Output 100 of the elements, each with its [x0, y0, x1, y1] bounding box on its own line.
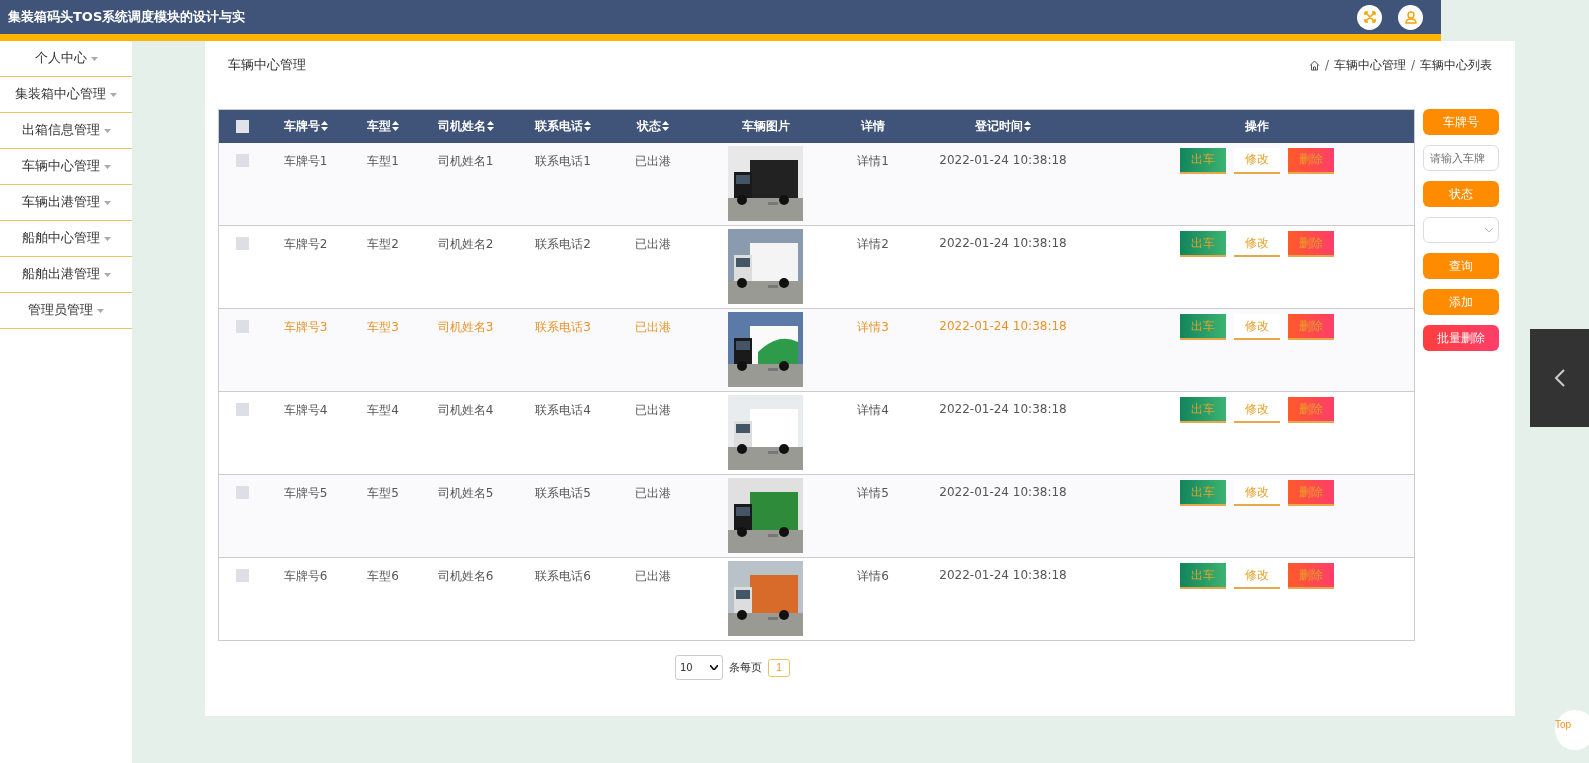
table-row[interactable]: 车牌号2 车型2 司机姓名2 联系电话2 已出港 详情2 2022-01-24 10:38:18 出车 修改 删除: [218, 225, 1415, 309]
delete-button[interactable]: 删除: [1288, 314, 1335, 340]
home-icon[interactable]: [1308, 59, 1320, 71]
caret-icon: [103, 128, 111, 133]
sidebar-item[interactable]: 船舶中心管理: [0, 221, 132, 257]
sidebar-item[interactable]: 车辆中心管理: [0, 149, 132, 185]
table-cell: 联系电话1: [535, 152, 591, 170]
table-row[interactable]: 车牌号1 车型1 司机姓名1 联系电话1 已出港 详情1 2022-01-24 10:38:18 出车 修改 删除: [218, 142, 1415, 226]
edit-button[interactable]: 修改: [1234, 480, 1281, 506]
page-title: 车辆中心管理: [228, 56, 306, 74]
dispatch-button[interactable]: 出车: [1180, 480, 1227, 506]
breadcrumb-link[interactable]: 车辆中心管理: [1333, 56, 1406, 74]
back-to-top-button[interactable]: Top: [1555, 710, 1589, 750]
per-page-label: 条每页: [729, 660, 762, 675]
delete-button[interactable]: 删除: [1288, 231, 1335, 257]
app-title: 集装箱码头TOS系统调度模块的设计与实: [8, 8, 246, 26]
sidebar-item[interactable]: 管理员管理: [0, 293, 132, 329]
delete-button[interactable]: 删除: [1288, 563, 1335, 589]
sort-icon[interactable]: [320, 121, 328, 132]
sidebar-item[interactable]: 船舶出港管理: [0, 257, 132, 293]
status-label[interactable]: 状态: [1423, 181, 1499, 207]
user-icon[interactable]: [1398, 4, 1423, 30]
dispatch-button[interactable]: 出车: [1180, 231, 1227, 257]
table-cell: 详情3: [857, 319, 889, 336]
table-cell: 2022-01-24 10:38:18: [939, 152, 1067, 167]
sidebar-item[interactable]: 车辆出港管理: [0, 185, 132, 221]
caret-icon: [97, 308, 104, 313]
sort-icon[interactable]: [392, 121, 399, 132]
table-cell: 联系电话5: [535, 485, 591, 502]
breadcrumb-link[interactable]: 车辆中心列表: [1420, 56, 1492, 74]
edit-button[interactable]: 修改: [1234, 314, 1281, 340]
table-cell: 已出港: [635, 152, 671, 170]
table-cell: 2022-01-24 10:38:18: [939, 236, 1067, 250]
sidebar-item[interactable]: 个人中心: [0, 41, 132, 77]
select-all-checkbox[interactable]: [235, 120, 249, 134]
table-cell: 司机姓名1: [437, 152, 494, 170]
table-cell: 详情5: [857, 485, 889, 502]
column-header[interactable]: 联系电话: [510, 109, 616, 143]
column-header[interactable]: 司机姓名: [420, 109, 511, 143]
dispatch-button[interactable]: 出车: [1180, 147, 1227, 174]
table-cell: 联系电话4: [535, 402, 591, 419]
delete-button[interactable]: 删除: [1288, 480, 1335, 506]
table-cell: 车型4: [367, 402, 399, 419]
row-checkbox[interactable]: [235, 403, 249, 416]
row-checkbox[interactable]: [235, 320, 249, 333]
table-cell: 2022-01-24 10:38:18: [939, 402, 1067, 416]
table-cell: 车型2: [367, 236, 399, 253]
sidebar-item[interactable]: 出箱信息管理: [0, 113, 132, 149]
table-cell: 2022-01-24 10:38:18: [939, 568, 1067, 582]
page-size-select[interactable]: 10: [675, 655, 723, 680]
table-cell: 2022-01-24 10:38:18: [939, 319, 1067, 333]
fullscreen-icon[interactable]: [1357, 4, 1382, 30]
table-row[interactable]: 车牌号4 车型4 司机姓名4 联系电话4 已出港 详情4 2022-01-24 10:38:18 出车 修改 删除: [218, 391, 1415, 475]
table-cell: 司机姓名6: [437, 568, 494, 585]
caret-icon: [103, 272, 111, 277]
sort-icon[interactable]: [662, 121, 669, 132]
table-row[interactable]: 车牌号3 车型3 司机姓名3 联系电话3 已出港 详情3 2022-01-24 10:38:18 出车 修改 删除: [218, 308, 1415, 392]
table-cell: 车型6: [367, 568, 399, 585]
column-header[interactable]: 车型: [345, 109, 421, 143]
table-cell: 联系电话6: [535, 568, 591, 585]
table-cell: 联系电话2: [535, 236, 591, 253]
plate-label[interactable]: 车牌号: [1423, 109, 1499, 135]
row-checkbox[interactable]: [235, 153, 249, 167]
row-checkbox[interactable]: [235, 237, 249, 250]
action-button[interactable]: 查询: [1423, 253, 1499, 279]
column-header[interactable]: 登记时间: [905, 109, 1101, 143]
table-row[interactable]: 车牌号5 车型5 司机姓名5 联系电话5 已出港 详情5 2022-01-24 10:38:18 出车 修改 删除: [218, 474, 1415, 558]
sort-icon[interactable]: [1024, 121, 1031, 132]
table-cell: 车牌号1: [283, 152, 328, 170]
table-cell: 车型3: [367, 319, 399, 336]
delete-button[interactable]: 删除: [1288, 397, 1335, 423]
chevron-left-icon: [1553, 368, 1566, 388]
table-cell: 司机姓名4: [437, 402, 494, 419]
dispatch-button[interactable]: 出车: [1180, 314, 1227, 340]
page-button[interactable]: 1: [768, 658, 790, 677]
column-header: 详情: [840, 109, 906, 143]
table-cell: 已出港: [635, 568, 671, 585]
edit-button[interactable]: 修改: [1234, 147, 1281, 174]
dispatch-button[interactable]: 出车: [1180, 397, 1227, 423]
table-row[interactable]: 车牌号6 车型6 司机姓名6 联系电话6 已出港 详情6 2022-01-24 10:38:18 出车 修改 删除: [218, 557, 1415, 641]
table-cell: 详情2: [857, 236, 889, 253]
chevron-down-icon: [710, 665, 718, 670]
sort-icon[interactable]: [584, 121, 591, 132]
column-header[interactable]: 车牌号: [265, 109, 346, 143]
action-button[interactable]: 添加: [1423, 289, 1499, 315]
table-cell: 联系电话3: [535, 319, 591, 336]
column-header[interactable]: 状态: [615, 109, 691, 143]
sort-icon[interactable]: [486, 121, 494, 132]
table-cell: 司机姓名2: [437, 236, 494, 253]
delete-button[interactable]: 删除: [1288, 147, 1335, 174]
sidebar-item[interactable]: 集装箱中心管理: [0, 77, 132, 113]
table-cell: 详情6: [857, 568, 889, 585]
column-header: 车辆图片: [690, 109, 841, 143]
dispatch-button[interactable]: 出车: [1180, 563, 1227, 589]
plate-field[interactable]: 请输入车牌: [1423, 145, 1499, 171]
column-header: 操作: [1100, 109, 1415, 143]
row-checkbox[interactable]: [235, 486, 249, 499]
table-cell: 详情4: [857, 402, 889, 419]
row-checkbox[interactable]: [235, 569, 249, 582]
batch-delete-button[interactable]: 批量删除: [1423, 325, 1499, 351]
